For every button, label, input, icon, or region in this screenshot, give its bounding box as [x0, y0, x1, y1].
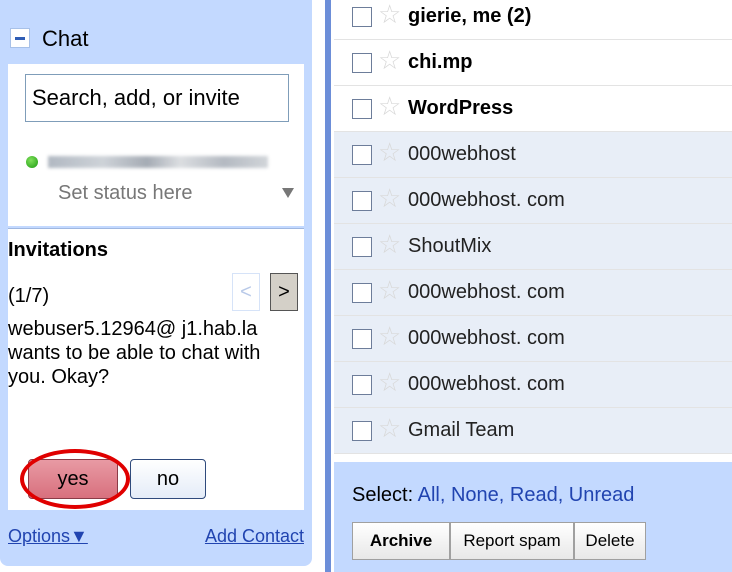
star-icon[interactable]: ☆ [378, 184, 401, 214]
sender-name: 000webhost [408, 143, 516, 165]
row-checkbox[interactable] [352, 7, 372, 27]
previous-invitation-button[interactable]: < [232, 273, 260, 311]
row-checkbox[interactable] [352, 283, 372, 303]
search-input[interactable] [25, 74, 289, 122]
mail-row[interactable]: ☆ chi.mp [334, 40, 732, 86]
sender-name: WordPress [408, 97, 514, 119]
sender-name: 000webhost. com [408, 373, 565, 395]
collapse-icon[interactable] [10, 28, 30, 48]
row-checkbox[interactable] [352, 99, 372, 119]
row-checkbox[interactable] [352, 421, 372, 441]
delete-button[interactable]: Delete [574, 522, 646, 560]
decline-invitation-button[interactable]: no [130, 459, 206, 499]
star-icon[interactable]: ☆ [378, 322, 401, 352]
mail-toolbar: Select: All, None, Read, Unread Archive … [334, 462, 732, 572]
mail-list: ☆ gierie, me (2) ☆ chi.mp ☆ WordPress ☆ 000webh… [334, 0, 732, 462]
sender-name: gierie, me (2) [408, 5, 532, 27]
star-icon[interactable]: ☆ [378, 138, 401, 168]
sender-name: ShoutMix [408, 235, 492, 257]
add-contact-link[interactable]: Add Contact [205, 526, 304, 547]
select-options: Select: All, None, Read, Unread [352, 484, 634, 507]
user-name-blurred [48, 156, 268, 168]
invitations-heading: Invitations [8, 239, 109, 261]
row-checkbox[interactable] [352, 375, 372, 395]
row-checkbox[interactable] [352, 191, 372, 211]
mail-row[interactable]: ☆ Gmail Team [334, 408, 732, 454]
select-links[interactable]: All, None, Read, Unread [418, 484, 635, 506]
next-invitation-button[interactable]: > [270, 273, 298, 311]
panel-divider [325, 0, 331, 572]
star-icon[interactable]: ☆ [378, 0, 401, 30]
sender-name: 000webhost. com [408, 327, 565, 349]
star-icon[interactable]: ☆ [378, 46, 401, 76]
highlight-circle [20, 449, 130, 509]
star-icon[interactable]: ☆ [378, 92, 401, 122]
chat-title[interactable]: Chat [42, 26, 88, 52]
online-status-icon [26, 156, 38, 168]
chat-footer: Options▼ Add Contact [8, 512, 304, 558]
mail-row[interactable]: ☆ 000webhost. com [334, 178, 732, 224]
star-icon[interactable]: ☆ [378, 368, 401, 398]
invitations-box: Invitations (1/7) < > webuser5.12964@ j1… [8, 228, 304, 510]
row-checkbox[interactable] [352, 329, 372, 349]
report-spam-button[interactable]: Report spam [450, 522, 574, 560]
mail-row[interactable]: ☆ 000webhost. com [334, 362, 732, 408]
options-link[interactable]: Options▼ [8, 526, 88, 547]
sender-name: 000webhost. com [408, 281, 565, 303]
invitation-count: (1/7) [8, 285, 50, 307]
mail-row[interactable]: ☆ ShoutMix [334, 224, 732, 270]
mail-row[interactable]: ☆ 000webhost [334, 132, 732, 178]
sender-name: 000webhost. com [408, 189, 565, 211]
archive-button[interactable]: Archive [352, 522, 450, 560]
mail-row[interactable]: ☆ WordPress [334, 86, 732, 132]
sender-name: Gmail Team [408, 419, 515, 441]
row-checkbox[interactable] [352, 145, 372, 165]
mail-row[interactable]: ☆ 000webhost. com [334, 316, 732, 362]
chat-body: Set status here [8, 64, 304, 226]
row-checkbox[interactable] [352, 53, 372, 73]
invitation-message: webuser5.12964@ j1.hab.la wants to be ab… [8, 318, 261, 388]
status-dropdown-icon[interactable] [282, 188, 294, 198]
mail-row[interactable]: ☆ 000webhost. com [334, 270, 732, 316]
chat-panel: Chat Set status here Invitations (1/7) <… [0, 0, 312, 566]
row-checkbox[interactable] [352, 237, 372, 257]
mail-row[interactable]: ☆ gierie, me (2) [334, 0, 732, 40]
chat-header: Chat [0, 0, 312, 64]
status-message[interactable]: Set status here [58, 182, 193, 205]
star-icon[interactable]: ☆ [378, 414, 401, 444]
star-icon[interactable]: ☆ [378, 276, 401, 306]
star-icon[interactable]: ☆ [378, 230, 401, 260]
select-label: Select: [352, 484, 414, 506]
sender-name: chi.mp [408, 51, 473, 73]
